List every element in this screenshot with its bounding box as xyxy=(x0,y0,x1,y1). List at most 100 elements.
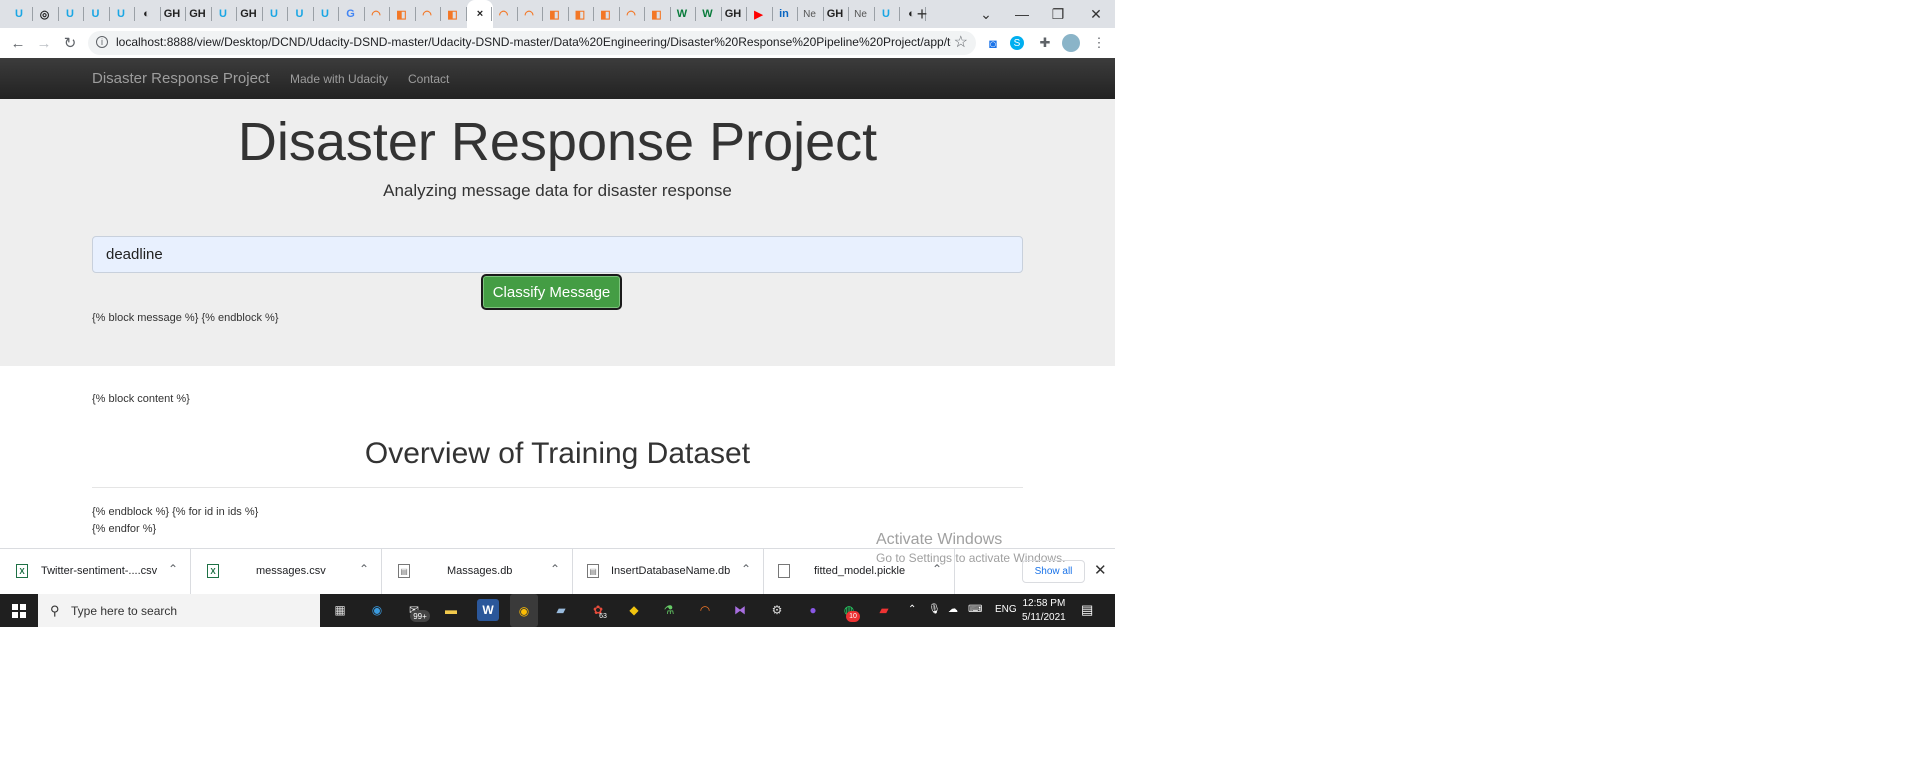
windows-start-icon[interactable] xyxy=(0,594,38,627)
whatsapp-badge: 10 xyxy=(846,611,860,622)
show-all-button[interactable]: Show all xyxy=(1022,560,1085,583)
tab-separator xyxy=(83,7,84,21)
browser-tab[interactable]: U xyxy=(212,3,234,25)
close-shelf-icon[interactable]: ✕ xyxy=(1094,561,1107,579)
back-icon[interactable]: ← xyxy=(6,32,30,54)
browser-tab[interactable]: U xyxy=(263,3,285,25)
new-tab-button[interactable]: + xyxy=(904,0,940,28)
jupyter-icon[interactable]: ◠ xyxy=(694,599,716,621)
browser-tab[interactable]: ◠ xyxy=(416,3,438,25)
browser-tab[interactable]: W xyxy=(671,3,693,25)
browser-tab[interactable]: W xyxy=(697,3,719,25)
browser-toolbar: ← → ↻ i localhost:8888/view/Desktop/DCND… xyxy=(0,28,1115,59)
forward-icon[interactable]: → xyxy=(32,32,56,54)
tab-separator xyxy=(899,7,900,21)
browser-tab[interactable]: ◐ xyxy=(136,3,158,25)
network-icon[interactable]: ☁ xyxy=(948,604,958,615)
chevron-up-icon[interactable]: ⌃ xyxy=(550,562,560,576)
address-bar[interactable]: i localhost:8888/view/Desktop/DCND/Udaci… xyxy=(88,31,976,55)
browser-tab[interactable]: ◧ xyxy=(391,3,413,25)
maximize-icon[interactable]: ❐ xyxy=(1040,0,1076,28)
chrome-icon[interactable]: ◉ xyxy=(510,594,538,627)
browser-tab[interactable]: ◠ xyxy=(365,3,387,25)
browser-tab[interactable]: U xyxy=(59,3,81,25)
search-icon: ⚲ xyxy=(50,603,60,618)
browser-tab[interactable]: Ne xyxy=(799,3,821,25)
taskbar-clock[interactable]: 12:58 PM 5/11/2021 xyxy=(1022,597,1066,625)
browser-tab[interactable]: ◧ xyxy=(569,3,591,25)
close-window-icon[interactable]: ✕ xyxy=(1078,0,1114,28)
visual-studio-icon[interactable]: ⧓ xyxy=(729,599,751,621)
sourcetree-icon[interactable]: ◆ xyxy=(623,599,645,621)
browser-tab[interactable]: in xyxy=(773,3,795,25)
taskbar-search-box[interactable]: ⚲ Type here to search xyxy=(38,594,320,627)
divider xyxy=(92,487,1023,488)
language-indicator[interactable]: ENG xyxy=(995,604,1017,615)
minimize-icon[interactable]: — xyxy=(1004,0,1040,28)
skype-extension-icon[interactable]: S xyxy=(1010,36,1024,50)
download-item[interactable]: ▤ Massages.db ⌃ xyxy=(382,549,573,595)
browser-tab[interactable]: GH xyxy=(187,3,209,25)
app-red-icon[interactable]: ▰ xyxy=(873,599,895,621)
keyboard-icon[interactable]: ⌨ xyxy=(968,604,982,615)
browser-tab[interactable]: U xyxy=(289,3,311,25)
reload-icon[interactable]: ↻ xyxy=(58,32,82,54)
browser-tab[interactable]: ◎ xyxy=(34,3,56,25)
anaconda-icon[interactable]: ⚗ xyxy=(658,599,680,621)
browser-tab[interactable]: ◧ xyxy=(544,3,566,25)
browser-tab[interactable]: GH xyxy=(824,3,846,25)
tab-search-icon[interactable]: ⌄ xyxy=(968,0,1004,28)
chevron-up-icon[interactable]: ⌃ xyxy=(168,562,178,576)
download-filename: fitted_model.pickle xyxy=(814,565,906,577)
browser-tab[interactable]: ▶ xyxy=(748,3,770,25)
browser-tab[interactable]: U xyxy=(8,3,30,25)
nav-link-made-with-udacity[interactable]: Made with Udacity xyxy=(290,72,388,86)
browser-tab[interactable]: ◠ xyxy=(620,3,642,25)
file-explorer-icon[interactable]: ▬ xyxy=(440,599,462,621)
browser-tab[interactable]: U xyxy=(85,3,107,25)
search-placeholder: Type here to search xyxy=(71,604,178,618)
menu-kebab-icon[interactable]: ⋮ xyxy=(1090,34,1108,52)
browser-tab[interactable]: U xyxy=(110,3,132,25)
bookmark-star-icon[interactable]: ☆ xyxy=(954,32,968,52)
edge-icon[interactable]: ◉ xyxy=(366,599,388,621)
browser-tab[interactable]: Ne xyxy=(850,3,872,25)
store-icon[interactable]: ▦ xyxy=(329,599,351,621)
notification-icon[interactable]: ▤ xyxy=(1081,602,1093,618)
browser-tab[interactable]: G xyxy=(340,3,362,25)
browser-tab[interactable]: ◧ xyxy=(442,3,464,25)
active-tab-close-icon[interactable]: × xyxy=(467,0,493,28)
chevron-up-icon[interactable]: ⌃ xyxy=(741,562,751,576)
browser-tab[interactable]: ◧ xyxy=(595,3,617,25)
chevron-up-icon[interactable]: ⌃ xyxy=(359,562,369,576)
navbar-brand[interactable]: Disaster Response Project xyxy=(92,70,270,87)
file-icon xyxy=(778,564,790,578)
notepad-icon[interactable]: ▰ xyxy=(550,599,572,621)
camera-extension-icon[interactable]: ◙ xyxy=(984,34,1002,52)
browser-tab[interactable]: ◧ xyxy=(646,3,668,25)
browser-tab[interactable]: ◠ xyxy=(518,3,540,25)
profile-avatar[interactable] xyxy=(1062,34,1080,52)
tab-separator xyxy=(389,7,390,21)
download-item[interactable]: X Twitter-sentiment-....csv ⌃ xyxy=(0,549,191,595)
message-input[interactable]: deadline xyxy=(92,236,1023,273)
settings-gear-icon[interactable]: ⚙ xyxy=(766,599,788,621)
site-info-icon[interactable]: i xyxy=(96,36,108,48)
github-desktop-icon[interactable]: ● xyxy=(802,599,824,621)
chevron-up-tray-icon[interactable]: ⌃ xyxy=(908,604,916,615)
browser-tab[interactable]: U xyxy=(875,3,897,25)
microphone-icon[interactable]: 🎙 xyxy=(928,604,941,615)
word-icon[interactable]: W xyxy=(477,599,499,621)
browser-tab[interactable]: U xyxy=(314,3,336,25)
download-item[interactable]: X messages.csv ⌃ xyxy=(191,549,382,595)
browser-tab[interactable]: GH xyxy=(161,3,183,25)
browser-tab[interactable]: GH xyxy=(238,3,260,25)
browser-tab[interactable]: GH xyxy=(722,3,744,25)
extensions-puzzle-icon[interactable]: ✚ xyxy=(1036,34,1054,52)
nav-link-contact[interactable]: Contact xyxy=(408,72,449,86)
browser-tab[interactable]: ◠ xyxy=(493,3,515,25)
tab-separator xyxy=(848,7,849,21)
classify-message-button[interactable]: Classify Message xyxy=(481,274,622,310)
download-item[interactable]: ▤ InsertDatabaseName.db ⌃ xyxy=(573,549,764,595)
tab-separator xyxy=(287,7,288,21)
